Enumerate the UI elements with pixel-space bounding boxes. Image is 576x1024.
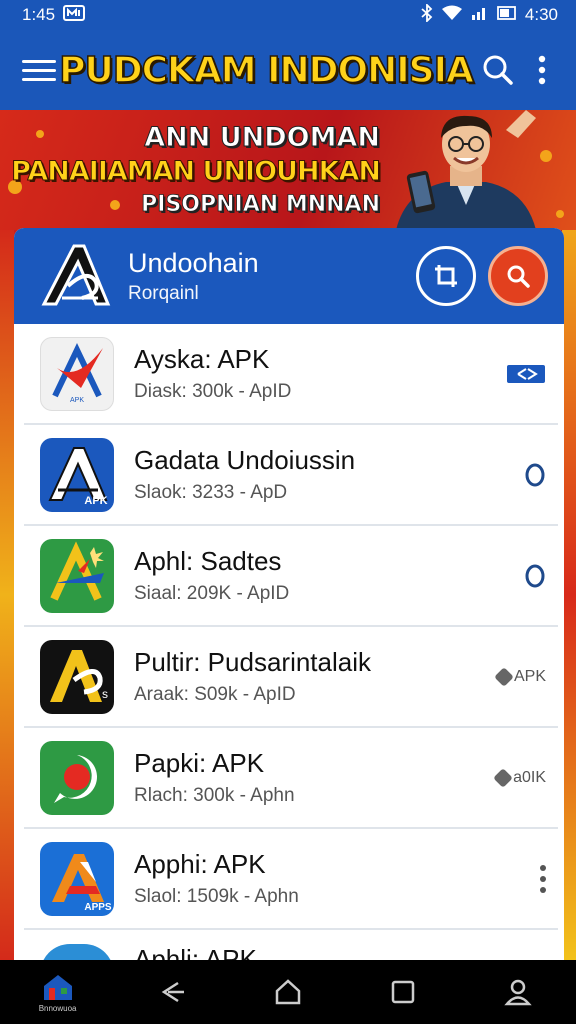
app-name: Papki: APK [134, 748, 265, 778]
kebab-menu-icon [540, 864, 546, 893]
app-meta: Siaal: 209K - ApID [134, 583, 290, 604]
back-icon [161, 981, 184, 1003]
app-icon [40, 538, 114, 613]
more-options-button[interactable] [490, 864, 546, 893]
app-icon [40, 944, 114, 960]
nav-back-button[interactable] [143, 964, 203, 1020]
battery-icon [497, 5, 517, 26]
nav-home-button[interactable] [258, 964, 318, 1020]
svg-text:APK: APK [84, 495, 107, 507]
nav-home-app-button[interactable]: Bnnowuoa [28, 964, 88, 1020]
app-list-item[interactable]: APPS Apphi: APK Slaol: 1509k - Aphn [24, 829, 558, 930]
tag-icon [494, 666, 514, 687]
apk-badge-label: APK [513, 667, 546, 685]
app-icon: APK [40, 437, 114, 512]
recents-icon [391, 980, 415, 1004]
app-list-panel: Undoohain Rorqainl APK Ayska: APK Diask:… [14, 228, 564, 960]
app-list-item[interactable]: APK Ayska: APK Diask: 300k - ApID [24, 324, 558, 425]
home-icon [275, 979, 301, 1005]
brand-logo-icon [41, 244, 111, 306]
list-header-subtitle: Rorqainl [128, 282, 199, 304]
app-icon: APK [40, 336, 114, 411]
notification-icon [63, 4, 86, 26]
app-name: Aphli: APK [134, 944, 257, 960]
app-meta: Araak: S09k - ApID [134, 684, 296, 705]
crop-button[interactable] [416, 246, 476, 306]
apk-badge[interactable]: a0IK [490, 767, 546, 788]
nav-home-label: Bnnowuoa [38, 1003, 77, 1013]
status-bar: 1:45 4:30 [0, 0, 576, 30]
decorative-border-left [0, 230, 14, 960]
bluetooth-icon [421, 2, 433, 27]
list-header: Undoohain Rorqainl [14, 228, 564, 324]
decorative-border-right [562, 230, 576, 960]
circle-icon [525, 463, 545, 486]
wifi-icon [441, 5, 463, 26]
svg-text:s: s [102, 687, 108, 701]
tag-icon [507, 364, 545, 383]
crop-icon [435, 265, 457, 287]
app-list-item[interactable]: s Pultir: Pudsarintalaik Araak: S09k - A… [24, 627, 558, 728]
app-list-item[interactable]: Aphli: APK [24, 930, 558, 960]
svg-text:APK: APK [70, 397, 84, 404]
more-options-icon[interactable] [520, 48, 564, 92]
nav-profile-button[interactable] [488, 964, 548, 1020]
home-app-icon [43, 974, 72, 1000]
app-meta: Diask: 300k - ApID [134, 381, 292, 402]
app-name: Pultir: Pudsarintalaik [134, 647, 371, 677]
app-meta: Rlach: 300k - Aphn [134, 785, 295, 806]
app-icon [40, 740, 114, 815]
app-meta: Slaol: 1509k - Aphn [134, 886, 299, 907]
app-list-item[interactable]: Papki: APK Rlach: 300k - Aphn a0IK [24, 728, 558, 829]
status-time-left: 1:45 [22, 5, 56, 24]
list-header-title: Undoohain [128, 247, 259, 278]
app-list: APK Ayska: APK Diask: 300k - ApID APK Ga… [14, 324, 564, 960]
app-list-item[interactable]: APK Gadata Undoiussin Slaok: 3233 - ApD [24, 425, 558, 526]
promo-banner[interactable]: ANN UNDOMAN PANAIIAMAN UNIOUHKAN PISOPNI… [0, 110, 576, 230]
app-icon: s [40, 639, 114, 714]
banner-tagline: PISOPNIAN MNNAN [141, 192, 381, 218]
app-meta: Slaok: 3233 - ApD [134, 482, 288, 503]
app-name: Apphi: APK [134, 849, 266, 879]
tag-icon [493, 767, 513, 788]
nav-recents-button[interactable] [373, 964, 433, 1020]
app-title: PUDCKAM INDONISIA [58, 49, 474, 92]
search-icon[interactable] [476, 48, 520, 92]
search-list-button[interactable] [488, 246, 548, 306]
signal-icon [471, 5, 489, 26]
apk-badge-label: a0IK [513, 768, 546, 786]
circle-icon [525, 564, 545, 587]
tag-button[interactable] [490, 363, 546, 385]
app-name: Ayska: APK [134, 344, 270, 374]
status-time-right: 4:30 [524, 5, 558, 24]
app-bar: PUDCKAM INDONISIA [0, 30, 576, 110]
app-name: Aphl: Sadtes [134, 546, 282, 576]
download-status-button[interactable] [490, 463, 546, 487]
app-list-item[interactable]: Aphl: Sadtes Siaal: 209K - ApID [24, 526, 558, 627]
search-icon [507, 265, 530, 288]
svg-text:APPS: APPS [84, 902, 112, 913]
app-icon: APPS [40, 841, 114, 916]
apk-badge[interactable]: APK [490, 666, 546, 687]
banner-subheadline: PANAIIAMAN UNIOUHKAN [11, 156, 382, 188]
menu-icon[interactable] [22, 53, 56, 87]
download-status-button[interactable] [490, 564, 546, 588]
banner-person-illustration [396, 110, 536, 230]
system-nav-bar: Bnnowuoa [0, 960, 576, 1024]
banner-headline: ANN UNDOMAN [144, 122, 381, 154]
app-name: Gadata Undoiussin [134, 445, 356, 475]
user-icon [504, 979, 533, 1006]
